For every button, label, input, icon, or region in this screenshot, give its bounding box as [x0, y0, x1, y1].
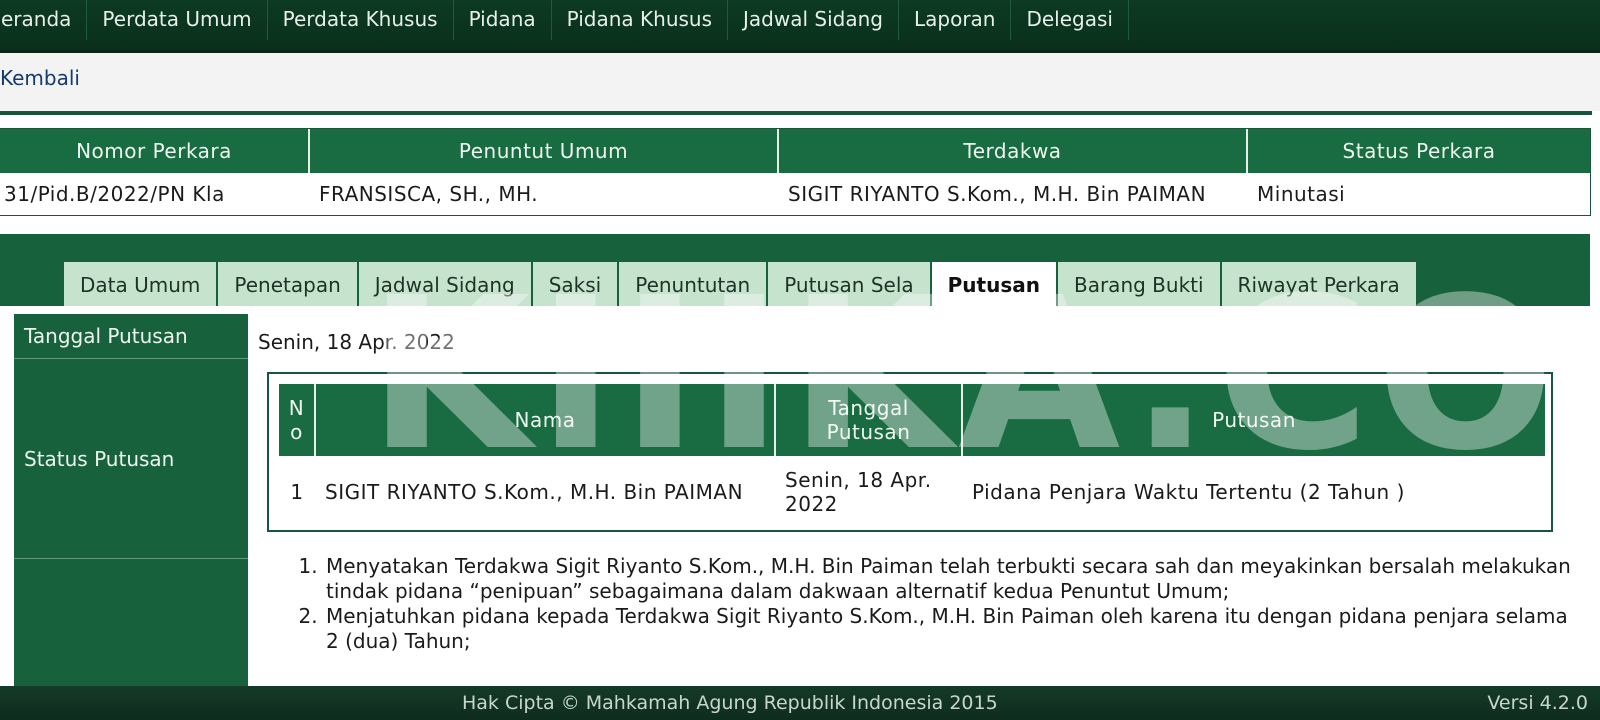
- header-nama: Nama: [315, 384, 776, 456]
- tab-bar: Data Umum Penetapan Jadwal Sidang Saksi …: [64, 262, 1418, 308]
- cell-tanggal: Senin, 18 Apr. 2022: [785, 468, 932, 516]
- verdict-table: N o Nama Tanggal Putusan Putusan 1 SIGIT…: [267, 372, 1553, 532]
- table-row: 1 SIGIT RIYANTO S.Kom., M.H. Bin PAIMAN …: [279, 456, 1545, 528]
- tab-riwayat-perkara[interactable]: Riwayat Perkara: [1221, 262, 1416, 308]
- list-item: Menjatuhkan pidana kepada Terdakwa Sigit…: [324, 604, 1582, 654]
- label-status-putusan: Status Putusan: [14, 359, 248, 559]
- tab-penetapan[interactable]: Penetapan: [218, 262, 357, 308]
- divider: [0, 111, 1592, 115]
- field-labels: Tanggal Putusan Status Putusan: [14, 314, 248, 689]
- nav-item-jadwal-sidang[interactable]: Jadwal Sidang: [728, 0, 899, 40]
- list-item: Menyatakan Terdakwa Sigit Riyanto S.Kom.…: [324, 554, 1582, 604]
- cell-no: 1: [290, 480, 304, 504]
- header-tanggal-putusan: Tanggal Putusan: [775, 384, 963, 456]
- header-no: N o: [279, 384, 316, 456]
- label-amar-putusan: [14, 559, 248, 689]
- nav-item-laporan[interactable]: Laporan: [899, 0, 1012, 40]
- header-terdakwa: Terdakwa: [778, 129, 1248, 173]
- tanggal-putusan-value: Senin, 18 Apr. 2022: [258, 330, 455, 354]
- cell-penuntut-umum: FRANSISCA, SH., MH.: [319, 182, 539, 206]
- footer: Hak Cipta © Mahkamah Agung Republik Indo…: [0, 686, 1600, 720]
- header-penuntut-umum: Penuntut Umum: [309, 129, 779, 173]
- tab-barang-bukti[interactable]: Barang Bukti: [1057, 262, 1220, 308]
- cell-nama: SIGIT RIYANTO S.Kom., M.H. Bin PAIMAN: [325, 480, 744, 504]
- tab-putusan[interactable]: Putusan: [931, 262, 1056, 308]
- nav-item-delegasi[interactable]: Delegasi: [1011, 0, 1129, 40]
- header-status-perkara: Status Perkara: [1247, 129, 1590, 173]
- tab-saksi[interactable]: Saksi: [532, 262, 618, 308]
- tab-jadwal-sidang[interactable]: Jadwal Sidang: [358, 262, 531, 308]
- putusan-content: Tanggal Putusan Status Putusan Senin, 18…: [0, 306, 1590, 689]
- copyright-text: Hak Cipta © Mahkamah Agung Republik Indo…: [462, 692, 998, 714]
- back-link[interactable]: Kembali: [0, 66, 80, 90]
- nav-item-beranda[interactable]: eranda: [0, 0, 88, 40]
- back-bar: Kembali: [0, 53, 1600, 111]
- nav-item-perdata-khusus[interactable]: Perdata Khusus: [268, 0, 454, 40]
- nav-item-pidana[interactable]: Pidana: [454, 0, 552, 40]
- tab-penuntutan[interactable]: Penuntutan: [619, 262, 767, 308]
- label-tanggal-putusan: Tanggal Putusan: [14, 314, 248, 359]
- tab-data-umum[interactable]: Data Umum: [64, 262, 217, 308]
- cell-terdakwa: SIGIT RIYANTO S.Kom., M.H. Bin PAIMAN: [788, 182, 1207, 206]
- tab-panel: Data Umum Penetapan Jadwal Sidang Saksi …: [0, 234, 1590, 689]
- top-nav: eranda Perdata Umum Perdata Khusus Pidan…: [0, 0, 1600, 53]
- version-text: Versi 4.2.0: [1487, 692, 1588, 714]
- cell-nomor-perkara: 31/Pid.B/2022/PN Kla: [4, 182, 225, 206]
- nav-item-pidana-khusus[interactable]: Pidana Khusus: [552, 0, 729, 40]
- case-summary-table: Nomor Perkara Penuntut Umum Terdakwa Sta…: [0, 128, 1591, 216]
- header-nomor-perkara: Nomor Perkara: [0, 129, 310, 173]
- cell-putusan: Pidana Penjara Waktu Tertentu (2 Tahun ): [972, 480, 1405, 504]
- cell-status-perkara: Minutasi: [1257, 182, 1346, 206]
- nav-item-perdata-umum[interactable]: Perdata Umum: [87, 0, 268, 40]
- tab-putusan-sela[interactable]: Putusan Sela: [768, 262, 930, 308]
- header-putusan: Putusan: [962, 384, 1545, 456]
- amar-putusan-list: Menyatakan Terdakwa Sigit Riyanto S.Kom.…: [300, 554, 1582, 654]
